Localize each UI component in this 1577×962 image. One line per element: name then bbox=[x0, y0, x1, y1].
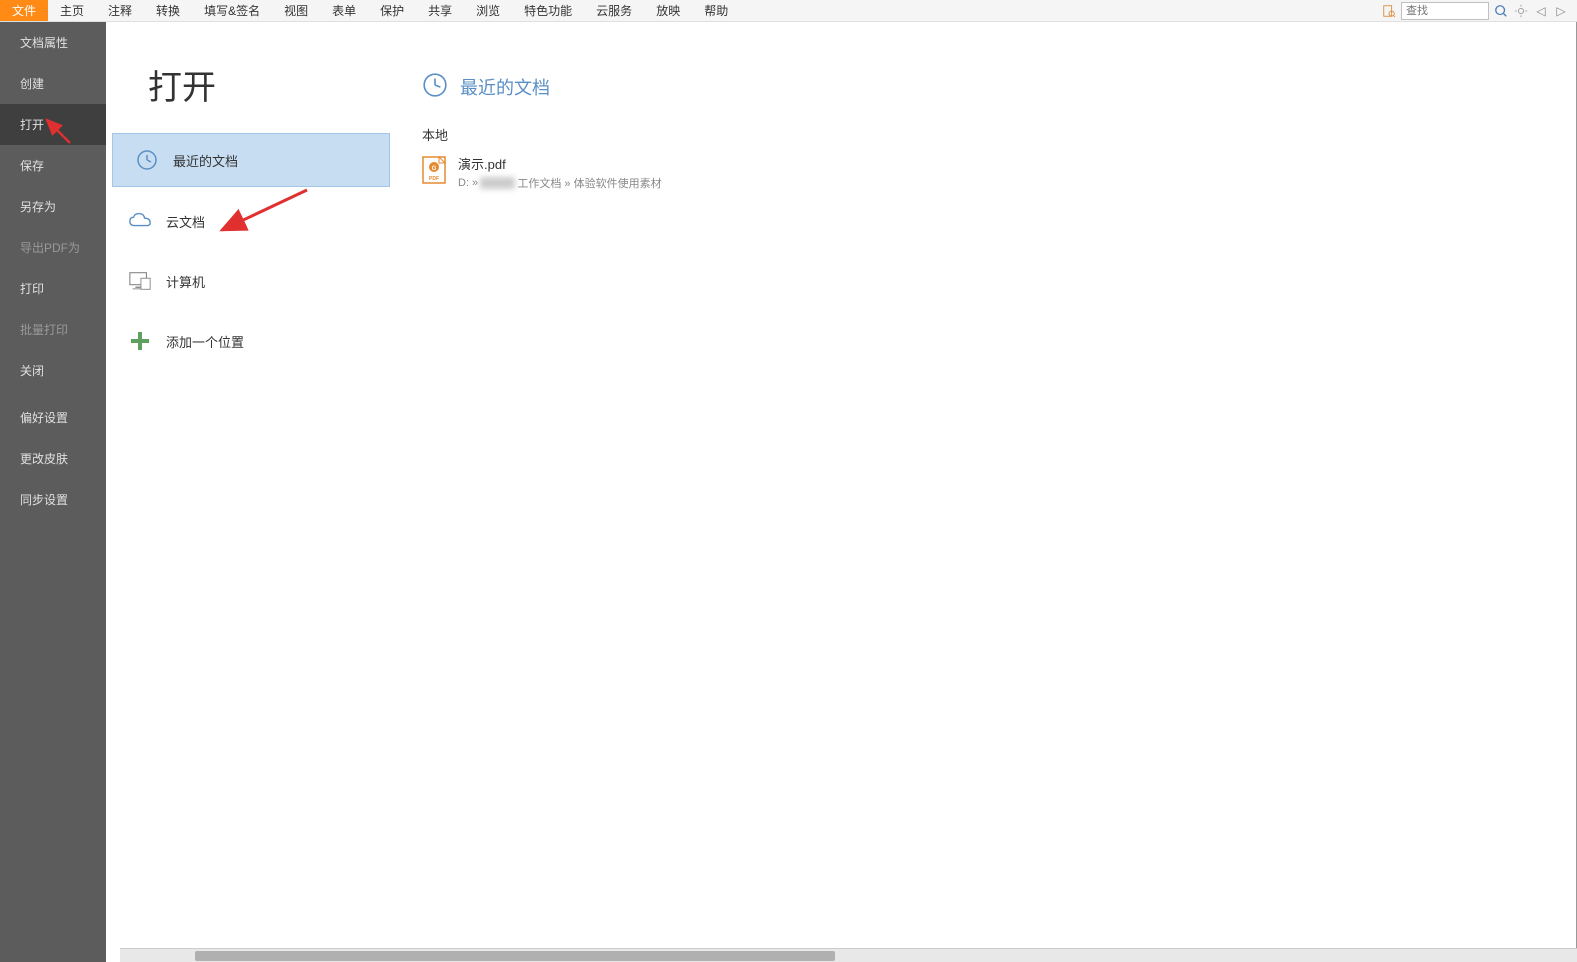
location-label: 添加一个位置 bbox=[166, 332, 244, 351]
sidebar-print[interactable]: 打印 bbox=[0, 268, 106, 309]
sidebar-export-pdf[interactable]: 导出PDF为 bbox=[0, 227, 106, 268]
computer-icon bbox=[128, 269, 152, 293]
sidebar-preferences[interactable]: 偏好设置 bbox=[0, 397, 106, 438]
location-computer[interactable]: 计算机 bbox=[106, 255, 392, 307]
location-label: 计算机 bbox=[166, 272, 205, 291]
recent-doc-item[interactable]: G PDF 演示.pdf D: » ████ 工作文档 » 体验软件使用素材 bbox=[422, 150, 1577, 195]
menu-protect[interactable]: 保护 bbox=[368, 0, 416, 21]
location-label: 最近的文档 bbox=[173, 151, 238, 170]
file-sidebar: 文档属性 创建 打开 保存 另存为 导出PDF为 打印 批量打印 关闭 偏好设置… bbox=[0, 22, 106, 962]
pdf-file-icon: G PDF bbox=[422, 156, 446, 184]
subsection-local: 本地 bbox=[422, 125, 1577, 144]
scrollbar-thumb[interactable] bbox=[195, 951, 835, 961]
recent-docs-panel: 最近的文档 本地 G PDF 演示.pdf D: » ████ 工作文档 » 体验… bbox=[392, 22, 1577, 962]
menu-annotate[interactable]: 注释 bbox=[96, 0, 144, 21]
clock-icon bbox=[422, 72, 448, 101]
nav-next-icon[interactable]: ▷ bbox=[1553, 3, 1569, 19]
open-locations-panel: 打开 最近的文档 云文档 bbox=[106, 22, 392, 962]
clock-icon bbox=[135, 148, 159, 172]
sidebar-create[interactable]: 创建 bbox=[0, 63, 106, 104]
menu-fill-sign[interactable]: 填写&签名 bbox=[192, 0, 272, 21]
location-cloud[interactable]: 云文档 bbox=[106, 195, 392, 247]
top-menu-bar: 文件 主页 注释 转换 填写&签名 视图 表单 保护 共享 浏览 特色功能 云服… bbox=[0, 0, 1577, 22]
menu-convert[interactable]: 转换 bbox=[144, 0, 192, 21]
sidebar-save-as[interactable]: 另存为 bbox=[0, 186, 106, 227]
top-right-controls: ◁ ▷ bbox=[1381, 0, 1577, 21]
svg-text:G: G bbox=[432, 166, 437, 172]
menu-view[interactable]: 视图 bbox=[272, 0, 320, 21]
sidebar-skin[interactable]: 更改皮肤 bbox=[0, 438, 106, 479]
menu-forms[interactable]: 表单 bbox=[320, 0, 368, 21]
svg-text:PDF: PDF bbox=[429, 176, 439, 182]
plus-icon bbox=[128, 329, 152, 353]
sidebar-batch-print[interactable]: 批量打印 bbox=[0, 309, 106, 350]
search-icon[interactable] bbox=[1493, 3, 1509, 19]
menu-features[interactable]: 特色功能 bbox=[512, 0, 584, 21]
sidebar-close[interactable]: 关闭 bbox=[0, 350, 106, 391]
page-title: 打开 bbox=[106, 42, 392, 133]
doc-name: 演示.pdf bbox=[458, 154, 662, 173]
menu-slideshow[interactable]: 放映 bbox=[644, 0, 692, 21]
sidebar-sync-settings[interactable]: 同步设置 bbox=[0, 479, 106, 520]
menu-home[interactable]: 主页 bbox=[48, 0, 96, 21]
location-recent[interactable]: 最近的文档 bbox=[112, 133, 390, 187]
menu-browse[interactable]: 浏览 bbox=[464, 0, 512, 21]
menu-share[interactable]: 共享 bbox=[416, 0, 464, 21]
horizontal-scrollbar[interactable] bbox=[120, 948, 1577, 962]
sidebar-save[interactable]: 保存 bbox=[0, 145, 106, 186]
search-input[interactable] bbox=[1401, 2, 1489, 20]
gear-icon[interactable] bbox=[1513, 3, 1529, 19]
nav-prev-icon[interactable]: ◁ bbox=[1533, 3, 1549, 19]
sidebar-doc-properties[interactable]: 文档属性 bbox=[0, 22, 106, 63]
search-page-icon[interactable] bbox=[1381, 3, 1397, 19]
location-add[interactable]: 添加一个位置 bbox=[106, 315, 392, 367]
menu-file[interactable]: 文件 bbox=[0, 0, 48, 21]
menu-cloud[interactable]: 云服务 bbox=[584, 0, 644, 21]
sidebar-open[interactable]: 打开 bbox=[0, 104, 106, 145]
location-label: 云文档 bbox=[166, 212, 205, 231]
menu-help[interactable]: 帮助 bbox=[692, 0, 740, 21]
section-title: 最近的文档 bbox=[460, 74, 550, 100]
doc-path: D: » ████ 工作文档 » 体验软件使用素材 bbox=[458, 175, 662, 191]
cloud-icon bbox=[128, 209, 152, 233]
